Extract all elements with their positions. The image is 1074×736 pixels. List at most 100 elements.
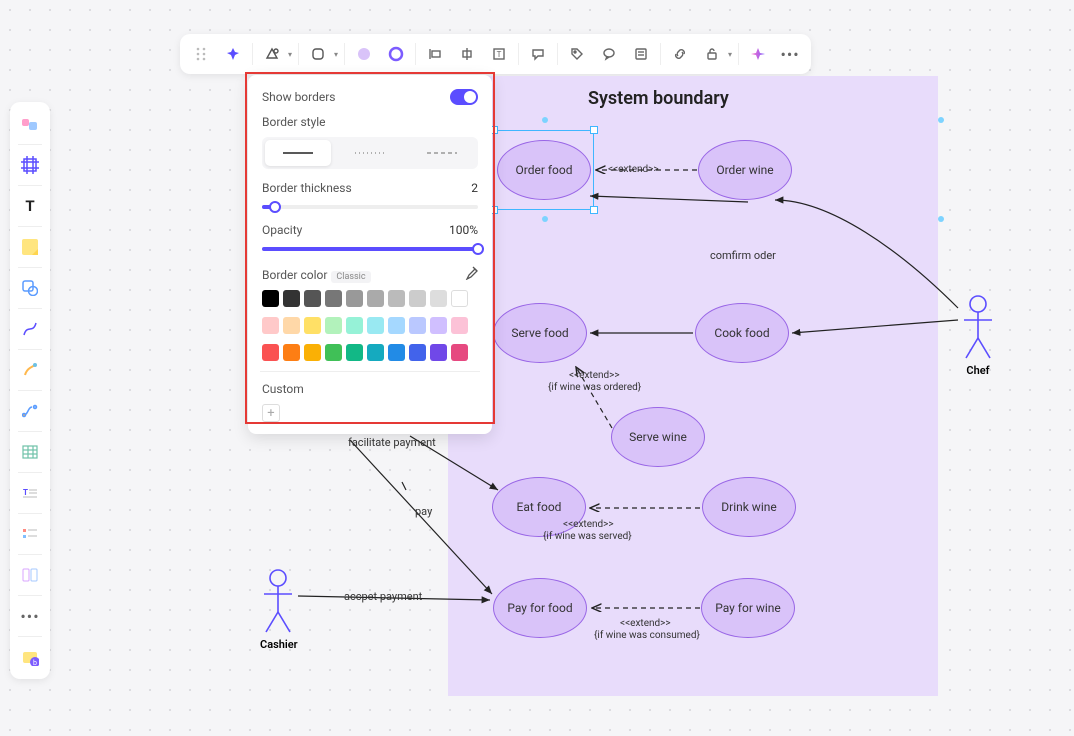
color-swatch[interactable]: [409, 290, 426, 307]
color-swatch[interactable]: [346, 344, 363, 361]
color-swatch[interactable]: [409, 317, 426, 334]
color-swatch[interactable]: [388, 344, 405, 361]
color-swatch[interactable]: [346, 290, 363, 307]
color-swatch[interactable]: [262, 344, 279, 361]
eyedropper-icon[interactable]: [464, 265, 478, 284]
use-case-cook-food[interactable]: Cook food: [695, 303, 789, 363]
color-swatch[interactable]: [283, 344, 300, 361]
shape-tool-icon[interactable]: [14, 272, 46, 304]
color-swatch[interactable]: [367, 344, 384, 361]
selection-connector-dot[interactable]: [542, 117, 548, 123]
color-swatch[interactable]: [304, 290, 321, 307]
kanban-tool-icon[interactable]: [14, 559, 46, 591]
shape-type-icon[interactable]: [259, 41, 285, 67]
color-swatch[interactable]: [430, 290, 447, 307]
more-icon[interactable]: •••: [777, 41, 803, 67]
pin-icon[interactable]: [220, 41, 246, 67]
border-thickness-value: 2: [471, 181, 478, 195]
chevron-down-icon[interactable]: ▾: [334, 50, 338, 59]
use-case-serve-food[interactable]: Serve food: [493, 303, 587, 363]
selection-toolbar: ▾ ▾ T ▾ •••: [180, 34, 811, 74]
color-swatch[interactable]: [304, 344, 321, 361]
list-tool-icon[interactable]: [14, 518, 46, 550]
color-swatch[interactable]: [388, 317, 405, 334]
color-swatch[interactable]: [388, 290, 405, 307]
opacity-label: Opacity: [262, 223, 302, 237]
border-thickness-slider[interactable]: [262, 205, 478, 209]
selection-connector-dot[interactable]: [938, 216, 944, 222]
border-style-segment: [262, 137, 478, 169]
color-swatch[interactable]: [262, 317, 279, 334]
ai-icon[interactable]: [745, 41, 771, 67]
show-borders-toggle[interactable]: [450, 89, 478, 105]
color-swatch[interactable]: [325, 344, 342, 361]
edge-label-facilitate: facilitate payment: [348, 436, 436, 449]
swatch-row-brights: [262, 344, 478, 361]
color-swatch[interactable]: [451, 344, 468, 361]
link-icon[interactable]: [667, 41, 693, 67]
color-swatch[interactable]: [367, 290, 384, 307]
note-icon[interactable]: [628, 41, 654, 67]
add-custom-color-button[interactable]: +: [262, 404, 280, 422]
templates-icon[interactable]: b: [14, 641, 46, 673]
pen-tool-icon[interactable]: [14, 354, 46, 386]
color-swatch[interactable]: [451, 290, 468, 307]
align-left-icon[interactable]: [422, 41, 448, 67]
logo-icon[interactable]: [14, 108, 46, 140]
use-case-pay-food[interactable]: Pay for food: [493, 578, 587, 638]
color-swatch[interactable]: [283, 290, 300, 307]
text-tool-icon[interactable]: T: [14, 190, 46, 222]
system-boundary-title: System boundary: [588, 88, 729, 109]
curve-tool-icon[interactable]: [14, 313, 46, 345]
color-swatch[interactable]: [262, 290, 279, 307]
sticky-note-icon[interactable]: [14, 231, 46, 263]
selection-box[interactable]: [494, 130, 594, 210]
color-swatch[interactable]: [325, 317, 342, 334]
border-style-dotted[interactable]: [337, 140, 403, 166]
color-swatch[interactable]: [346, 317, 363, 334]
actor-chef[interactable]: Chef: [960, 294, 996, 377]
speech-bubble-icon[interactable]: [525, 41, 551, 67]
edge-label-condition: {if wine was consumed}: [594, 630, 700, 641]
frame-tool-icon[interactable]: [14, 149, 46, 181]
text-align-icon[interactable]: T: [486, 41, 512, 67]
selection-connector-dot[interactable]: [938, 117, 944, 123]
color-swatch[interactable]: [304, 317, 321, 334]
selection-connector-dot[interactable]: [542, 216, 548, 222]
color-swatch[interactable]: [283, 317, 300, 334]
svg-text:T: T: [23, 488, 28, 497]
lock-icon[interactable]: [699, 41, 725, 67]
border-style-solid[interactable]: [265, 140, 331, 166]
fill-color-icon[interactable]: [351, 41, 377, 67]
color-swatch[interactable]: [409, 344, 426, 361]
chevron-down-icon[interactable]: ▾: [288, 50, 292, 59]
tag-icon[interactable]: [564, 41, 590, 67]
use-case-drink-wine[interactable]: Drink wine: [702, 477, 796, 537]
color-swatch[interactable]: [451, 317, 468, 334]
chevron-down-icon[interactable]: ▾: [728, 50, 732, 59]
connector-tool-icon[interactable]: [14, 395, 46, 427]
shape-picker-icon[interactable]: [305, 41, 331, 67]
border-style-dashed[interactable]: [409, 140, 475, 166]
opacity-value: 100%: [449, 223, 478, 237]
color-swatch[interactable]: [430, 344, 447, 361]
drag-handle-icon[interactable]: [188, 41, 214, 67]
use-case-serve-wine[interactable]: Serve wine: [611, 407, 705, 467]
actor-label: Chef: [960, 364, 996, 377]
more-tools-icon[interactable]: •••: [14, 600, 46, 632]
align-center-icon[interactable]: [454, 41, 480, 67]
table-tool-icon[interactable]: [14, 436, 46, 468]
edge-label-extend: <<extend>>: [569, 370, 620, 381]
use-case-order-wine[interactable]: Order wine: [698, 140, 792, 200]
use-case-pay-wine[interactable]: Pay for wine: [701, 578, 795, 638]
color-swatch[interactable]: [430, 317, 447, 334]
color-swatch[interactable]: [367, 317, 384, 334]
text-block-icon[interactable]: T: [14, 477, 46, 509]
actor-cashier[interactable]: Cashier: [260, 568, 298, 651]
chat-icon[interactable]: [596, 41, 622, 67]
border-color-icon[interactable]: [383, 41, 409, 67]
classic-tag: Classic: [331, 271, 370, 283]
edge-label-accept: accpet payment: [344, 590, 422, 603]
color-swatch[interactable]: [325, 290, 342, 307]
opacity-slider[interactable]: [262, 247, 478, 251]
